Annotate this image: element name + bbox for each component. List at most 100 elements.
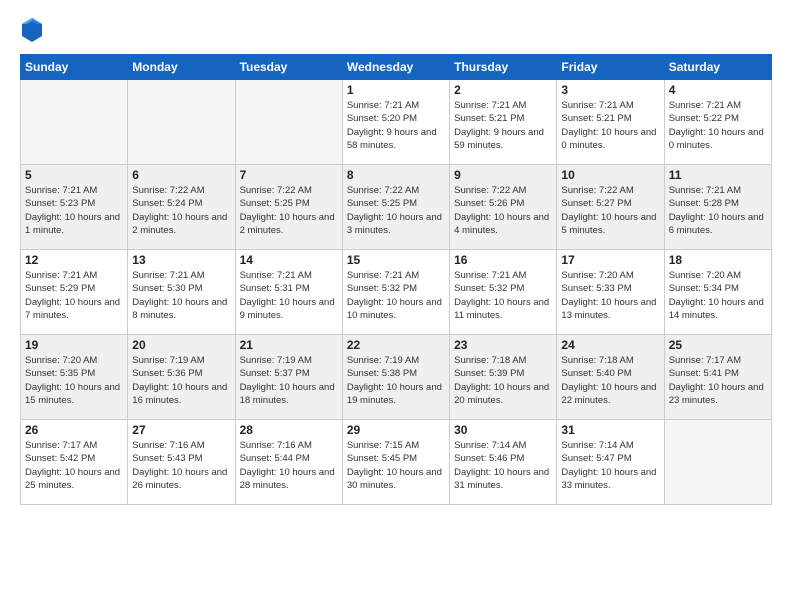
day-info: Sunrise: 7:16 AM Sunset: 5:44 PM Dayligh… bbox=[240, 439, 338, 492]
calendar-cell: 6 Sunrise: 7:22 AM Sunset: 5:24 PM Daylig… bbox=[128, 165, 235, 250]
day-number: 2 bbox=[454, 83, 552, 97]
calendar-cell bbox=[664, 420, 771, 505]
day-number: 31 bbox=[561, 423, 659, 437]
calendar-cell: 10 Sunrise: 7:22 AM Sunset: 5:27 PM Dayli… bbox=[557, 165, 664, 250]
day-info: Sunrise: 7:19 AM Sunset: 5:36 PM Dayligh… bbox=[132, 354, 230, 407]
day-number: 30 bbox=[454, 423, 552, 437]
day-number: 11 bbox=[669, 168, 767, 182]
calendar-cell: 19 Sunrise: 7:20 AM Sunset: 5:35 PM Dayli… bbox=[21, 335, 128, 420]
calendar-cell: 22Sunrise: 7:19 AM Sunset: 5:38 PM Dayli… bbox=[342, 335, 449, 420]
calendar-cell: 4 Sunrise: 7:21 AM Sunset: 5:22 PM Daylig… bbox=[664, 80, 771, 165]
calendar-cell: 3 Sunrise: 7:21 AM Sunset: 5:21 PM Daylig… bbox=[557, 80, 664, 165]
calendar-cell: 15 Sunrise: 7:21 AM Sunset: 5:32 PM Dayli… bbox=[342, 250, 449, 335]
day-info: Sunrise: 7:19 AM Sunset: 5:37 PM Dayligh… bbox=[240, 354, 338, 407]
day-number: 22 bbox=[347, 338, 445, 352]
day-number: 9 bbox=[454, 168, 552, 182]
calendar-cell: 12 Sunrise: 7:21 AM Sunset: 5:29 PM Dayli… bbox=[21, 250, 128, 335]
day-info: Sunrise: 7:16 AM Sunset: 5:43 PM Dayligh… bbox=[132, 439, 230, 492]
day-number: 25 bbox=[669, 338, 767, 352]
day-number: 13 bbox=[132, 253, 230, 267]
day-info: Sunrise: 7:20 AM Sunset: 5:34 PM Dayligh… bbox=[669, 269, 767, 322]
day-info: Sunrise: 7:21 AM Sunset: 5:32 PM Dayligh… bbox=[347, 269, 445, 322]
day-info: Sunrise: 7:22 AM Sunset: 5:24 PM Dayligh… bbox=[132, 184, 230, 237]
day-info: Sunrise: 7:21 AM Sunset: 5:29 PM Dayligh… bbox=[25, 269, 123, 322]
day-info: Sunrise: 7:22 AM Sunset: 5:26 PM Dayligh… bbox=[454, 184, 552, 237]
logo-icon bbox=[20, 16, 44, 44]
day-info: Sunrise: 7:22 AM Sunset: 5:27 PM Dayligh… bbox=[561, 184, 659, 237]
day-info: Sunrise: 7:15 AM Sunset: 5:45 PM Dayligh… bbox=[347, 439, 445, 492]
calendar-week-row: 5 Sunrise: 7:21 AM Sunset: 5:23 PM Daylig… bbox=[21, 165, 772, 250]
day-number: 21 bbox=[240, 338, 338, 352]
calendar-cell: 28 Sunrise: 7:16 AM Sunset: 5:44 PM Dayli… bbox=[235, 420, 342, 505]
calendar-cell: 21 Sunrise: 7:19 AM Sunset: 5:37 PM Dayli… bbox=[235, 335, 342, 420]
day-number: 29 bbox=[347, 423, 445, 437]
calendar-cell: 23Sunrise: 7:18 AM Sunset: 5:39 PM Dayli… bbox=[450, 335, 557, 420]
day-info: Sunrise: 7:21 AM Sunset: 5:30 PM Dayligh… bbox=[132, 269, 230, 322]
calendar: SundayMondayTuesdayWednesdayThursdayFrid… bbox=[20, 54, 772, 505]
day-number: 5 bbox=[25, 168, 123, 182]
calendar-cell: 20 Sunrise: 7:19 AM Sunset: 5:36 PM Dayli… bbox=[128, 335, 235, 420]
day-info: Sunrise: 7:22 AM Sunset: 5:25 PM Dayligh… bbox=[240, 184, 338, 237]
day-number: 1 bbox=[347, 83, 445, 97]
calendar-cell: 11 Sunrise: 7:21 AM Sunset: 5:28 PM Dayli… bbox=[664, 165, 771, 250]
day-number: 17 bbox=[561, 253, 659, 267]
calendar-cell: 18Sunrise: 7:20 AM Sunset: 5:34 PM Dayli… bbox=[664, 250, 771, 335]
calendar-cell: 27Sunrise: 7:16 AM Sunset: 5:43 PM Dayli… bbox=[128, 420, 235, 505]
calendar-cell: 31 Sunrise: 7:14 AM Sunset: 5:47 PM Dayli… bbox=[557, 420, 664, 505]
calendar-header-thursday: Thursday bbox=[450, 55, 557, 80]
day-info: Sunrise: 7:18 AM Sunset: 5:40 PM Dayligh… bbox=[561, 354, 659, 407]
day-info: Sunrise: 7:21 AM Sunset: 5:23 PM Dayligh… bbox=[25, 184, 123, 237]
day-info: Sunrise: 7:21 AM Sunset: 5:21 PM Dayligh… bbox=[561, 99, 659, 152]
calendar-cell: 9 Sunrise: 7:22 AM Sunset: 5:26 PM Daylig… bbox=[450, 165, 557, 250]
day-info: Sunrise: 7:21 AM Sunset: 5:32 PM Dayligh… bbox=[454, 269, 552, 322]
day-info: Sunrise: 7:21 AM Sunset: 5:22 PM Dayligh… bbox=[669, 99, 767, 152]
day-number: 26 bbox=[25, 423, 123, 437]
day-number: 19 bbox=[25, 338, 123, 352]
day-number: 3 bbox=[561, 83, 659, 97]
day-number: 8 bbox=[347, 168, 445, 182]
calendar-header-monday: Monday bbox=[128, 55, 235, 80]
calendar-cell: 25Sunrise: 7:17 AM Sunset: 5:41 PM Dayli… bbox=[664, 335, 771, 420]
day-info: Sunrise: 7:17 AM Sunset: 5:42 PM Dayligh… bbox=[25, 439, 123, 492]
day-info: Sunrise: 7:14 AM Sunset: 5:47 PM Dayligh… bbox=[561, 439, 659, 492]
calendar-header-friday: Friday bbox=[557, 55, 664, 80]
calendar-cell: 2 Sunrise: 7:21 AM Sunset: 5:21 PM Daylig… bbox=[450, 80, 557, 165]
calendar-cell: 24 Sunrise: 7:18 AM Sunset: 5:40 PM Dayli… bbox=[557, 335, 664, 420]
day-info: Sunrise: 7:14 AM Sunset: 5:46 PM Dayligh… bbox=[454, 439, 552, 492]
header bbox=[20, 16, 772, 44]
day-number: 15 bbox=[347, 253, 445, 267]
day-number: 23 bbox=[454, 338, 552, 352]
day-number: 4 bbox=[669, 83, 767, 97]
calendar-week-row: 12 Sunrise: 7:21 AM Sunset: 5:29 PM Dayli… bbox=[21, 250, 772, 335]
calendar-cell: 29 Sunrise: 7:15 AM Sunset: 5:45 PM Dayli… bbox=[342, 420, 449, 505]
day-number: 14 bbox=[240, 253, 338, 267]
day-info: Sunrise: 7:22 AM Sunset: 5:25 PM Dayligh… bbox=[347, 184, 445, 237]
calendar-header-wednesday: Wednesday bbox=[342, 55, 449, 80]
day-number: 12 bbox=[25, 253, 123, 267]
day-info: Sunrise: 7:21 AM Sunset: 5:31 PM Dayligh… bbox=[240, 269, 338, 322]
calendar-cell: 5 Sunrise: 7:21 AM Sunset: 5:23 PM Daylig… bbox=[21, 165, 128, 250]
page: SundayMondayTuesdayWednesdayThursdayFrid… bbox=[0, 0, 792, 612]
day-number: 16 bbox=[454, 253, 552, 267]
calendar-cell: 17Sunrise: 7:20 AM Sunset: 5:33 PM Dayli… bbox=[557, 250, 664, 335]
calendar-cell: 7Sunrise: 7:22 AM Sunset: 5:25 PM Daylig… bbox=[235, 165, 342, 250]
calendar-header-tuesday: Tuesday bbox=[235, 55, 342, 80]
calendar-cell: 16 Sunrise: 7:21 AM Sunset: 5:32 PM Dayli… bbox=[450, 250, 557, 335]
calendar-cell bbox=[21, 80, 128, 165]
logo bbox=[20, 16, 48, 44]
calendar-cell: 13 Sunrise: 7:21 AM Sunset: 5:30 PM Dayli… bbox=[128, 250, 235, 335]
day-info: Sunrise: 7:21 AM Sunset: 5:28 PM Dayligh… bbox=[669, 184, 767, 237]
calendar-week-row: 1Sunrise: 7:21 AM Sunset: 5:20 PM Daylig… bbox=[21, 80, 772, 165]
calendar-cell bbox=[235, 80, 342, 165]
day-number: 28 bbox=[240, 423, 338, 437]
day-number: 24 bbox=[561, 338, 659, 352]
calendar-week-row: 19 Sunrise: 7:20 AM Sunset: 5:35 PM Dayli… bbox=[21, 335, 772, 420]
calendar-cell: 14 Sunrise: 7:21 AM Sunset: 5:31 PM Dayli… bbox=[235, 250, 342, 335]
calendar-cell bbox=[128, 80, 235, 165]
day-info: Sunrise: 7:20 AM Sunset: 5:35 PM Dayligh… bbox=[25, 354, 123, 407]
day-number: 20 bbox=[132, 338, 230, 352]
day-info: Sunrise: 7:21 AM Sunset: 5:21 PM Dayligh… bbox=[454, 99, 552, 152]
day-number: 6 bbox=[132, 168, 230, 182]
calendar-cell: 26 Sunrise: 7:17 AM Sunset: 5:42 PM Dayli… bbox=[21, 420, 128, 505]
day-number: 10 bbox=[561, 168, 659, 182]
